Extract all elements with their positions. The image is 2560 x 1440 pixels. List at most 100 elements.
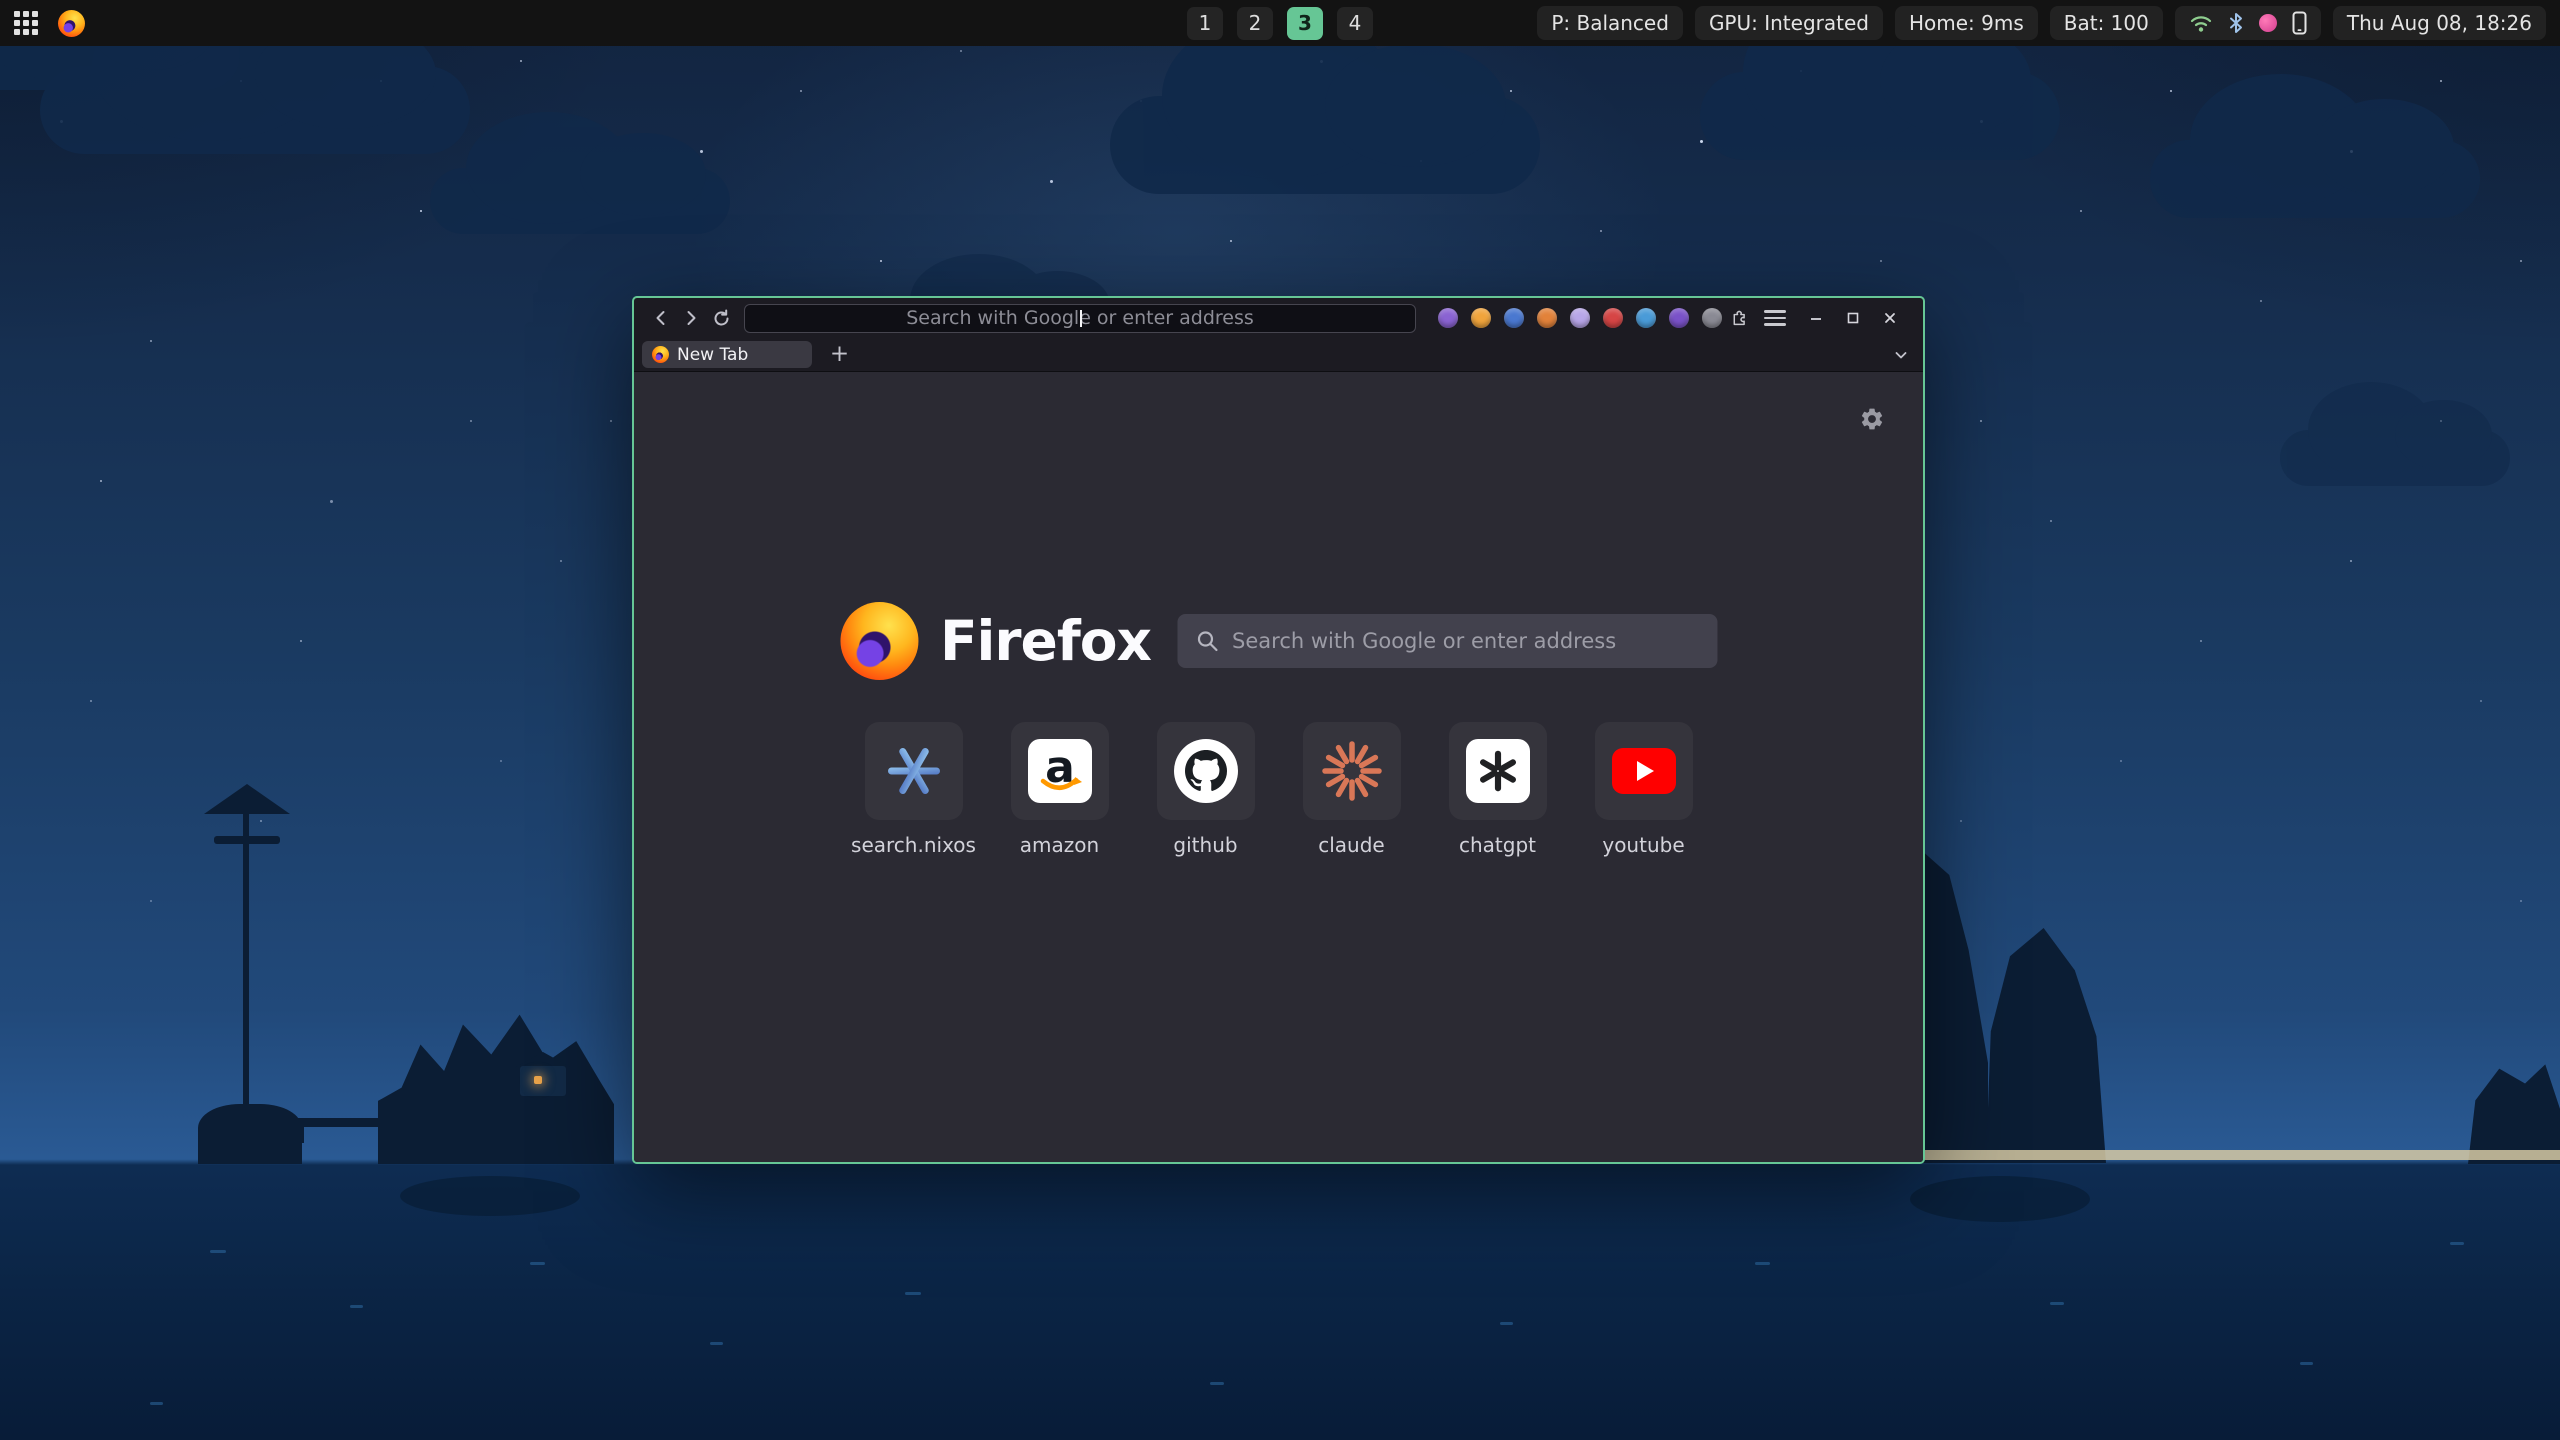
status-chip: GPU: Integrated — [1695, 6, 1883, 40]
color-indicator-icon — [2259, 14, 2277, 32]
shortcut-card[interactable]: a — [1011, 722, 1109, 820]
wave-glint — [150, 1402, 163, 1405]
youtube-play-icon — [1612, 748, 1676, 794]
new-tab-button[interactable]: + — [826, 341, 853, 368]
shortcut-label: claude — [1318, 833, 1384, 857]
water-reflection — [1910, 1176, 2090, 1222]
wave-glint — [210, 1250, 226, 1253]
system-tray[interactable] — [2175, 6, 2321, 40]
cloud — [1110, 96, 1540, 194]
shortcut-card[interactable] — [1303, 722, 1401, 820]
github-octocat-icon — [1174, 739, 1238, 803]
wave-glint — [2300, 1362, 2313, 1365]
wave-glint — [2450, 1242, 2464, 1245]
shortcut-claude[interactable]: claude — [1302, 722, 1402, 857]
extension-azure-icon[interactable] — [1636, 308, 1656, 328]
hut-window-light — [534, 1076, 542, 1084]
newtab-hero: Firefox — [840, 602, 1717, 680]
shortcut-chatgpt[interactable]: chatgpt — [1448, 722, 1548, 857]
extension-lavender-icon[interactable] — [1570, 308, 1590, 328]
phone-icon — [2292, 11, 2307, 35]
clock[interactable]: Thu Aug 08, 18:26 — [2333, 6, 2546, 40]
status-text-chips: P: Balanced GPU: Integrated Home: 9ms Bat: … — [1537, 6, 2163, 40]
menu-button[interactable] — [1764, 310, 1786, 325]
extension-red-icon[interactable] — [1603, 308, 1623, 328]
minimize-button[interactable] — [1802, 304, 1830, 332]
status-chip: Home: 9ms — [1895, 6, 2038, 40]
app-launcher-icon[interactable] — [14, 11, 38, 35]
watchtower-base — [198, 1104, 302, 1164]
personalize-gear-icon[interactable] — [1859, 406, 1885, 436]
wave-glint — [2050, 1302, 2064, 1305]
firefox-favicon — [652, 346, 669, 363]
hut — [520, 1066, 566, 1096]
list-tabs-chevron-icon[interactable] — [1893, 347, 1909, 363]
wave-glint — [530, 1262, 545, 1265]
wave-glint — [350, 1305, 363, 1308]
extension-gray-icon[interactable] — [1702, 308, 1722, 328]
shortcut-label: github — [1173, 833, 1237, 857]
nixos-snowflake-icon — [882, 739, 946, 803]
shortcut-label: youtube — [1602, 833, 1684, 857]
extensions-puzzle-icon[interactable] — [1730, 307, 1752, 329]
shortcut-youtube[interactable]: youtube — [1594, 722, 1694, 857]
cloud — [1700, 72, 2060, 160]
extension-toolbar — [1438, 308, 1722, 328]
extension-amber-icon[interactable] — [1471, 308, 1491, 328]
desktop: 1234 P: Balanced GPU: Integrated Home: 9ms… — [0, 0, 2560, 1440]
wave-glint — [1210, 1382, 1224, 1385]
newtab-search-bar[interactable] — [1177, 614, 1717, 668]
workspace-button-3[interactable]: 3 — [1287, 7, 1323, 40]
text-caret — [1080, 310, 1082, 327]
window-controls — [1802, 304, 1904, 332]
newtab-search-input[interactable] — [1232, 629, 1699, 653]
shortcut-card[interactable] — [1595, 722, 1693, 820]
workspace-button-4[interactable]: 4 — [1337, 7, 1373, 40]
shortcut-amazon[interactable]: a amazon — [1010, 722, 1110, 857]
firefox-wordmark: Firefox — [940, 609, 1151, 673]
wifi-icon — [2189, 12, 2213, 34]
wave-glint — [1755, 1262, 1770, 1265]
workspace-button-1[interactable]: 1 — [1187, 7, 1223, 40]
status-bar-right: P: Balanced GPU: Integrated Home: 9ms Bat: … — [1537, 6, 2546, 40]
chatgpt-knot-icon — [1466, 739, 1530, 803]
extension-orange-icon[interactable] — [1537, 308, 1557, 328]
amazon-icon: a — [1028, 739, 1092, 803]
back-button[interactable] — [646, 303, 676, 333]
claude-starburst-icon — [1320, 739, 1384, 803]
extension-blue-icon[interactable] — [1504, 308, 1524, 328]
maximize-button[interactable] — [1839, 304, 1867, 332]
workspaces: 1234 — [1187, 7, 1373, 40]
status-bar: 1234 P: Balanced GPU: Integrated Home: 9ms… — [0, 0, 2560, 46]
reload-button[interactable] — [706, 303, 736, 333]
tab-new-tab[interactable]: New Tab — [642, 341, 812, 368]
shortcut-card[interactable] — [1157, 722, 1255, 820]
shortcut-card[interactable] — [1449, 722, 1547, 820]
water-reflection — [400, 1176, 580, 1216]
extension-purple-icon[interactable] — [1669, 308, 1689, 328]
url-bar[interactable] — [744, 304, 1416, 333]
watchtower-mast — [243, 810, 249, 1143]
status-chip: P: Balanced — [1537, 6, 1683, 40]
shortcut-card[interactable] — [865, 722, 963, 820]
status-chip: Bat: 100 — [2050, 6, 2163, 40]
wave-glint — [1500, 1322, 1513, 1325]
workspace-button-2[interactable]: 2 — [1237, 7, 1273, 40]
causeway-post — [300, 1127, 304, 1143]
tab-title: New Tab — [677, 345, 748, 365]
close-button[interactable] — [1876, 304, 1904, 332]
shortcut-search-nixos[interactable]: search.nixos — [864, 722, 964, 857]
cloud — [2280, 430, 2510, 486]
search-icon — [1195, 629, 1219, 653]
shortcut-label: amazon — [1020, 833, 1099, 857]
firefox-icon[interactable] — [58, 10, 85, 37]
shortcuts-row: search.nixos a amazon — [864, 722, 1694, 857]
firefox-logo — [840, 602, 918, 680]
wave-glint — [710, 1342, 723, 1345]
forward-button[interactable] — [676, 303, 706, 333]
status-bar-left — [14, 10, 85, 37]
extension-violet-icon[interactable] — [1438, 308, 1458, 328]
shortcut-label: chatgpt — [1459, 833, 1536, 857]
shortcut-github[interactable]: github — [1156, 722, 1256, 857]
cloud — [430, 168, 730, 234]
